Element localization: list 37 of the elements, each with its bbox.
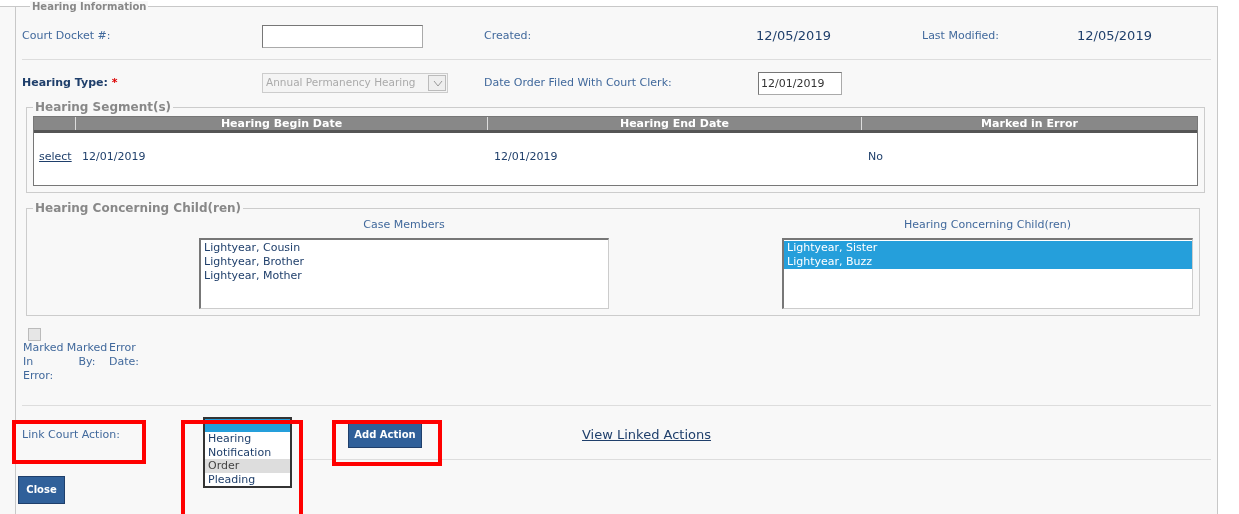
section-legend: Hearing Concerning Child(ren)	[33, 199, 244, 217]
section-legend: Hearing Segment(s)	[33, 98, 174, 116]
list-item[interactable]: Hearing	[205, 432, 290, 446]
list-item[interactable]: Lightyear, Brother	[201, 254, 608, 269]
field-label: Court Docket #:	[22, 27, 112, 44]
list-item[interactable]: Lightyear, Mother	[201, 268, 608, 283]
field-label: Created:	[484, 27, 533, 44]
column-header: Marked in Error	[980, 117, 1079, 130]
field-value: 12/05/2019	[756, 27, 832, 46]
case-members-list[interactable]: Lightyear, Cousin Lightyear, Brother Lightyear, Mother	[199, 237, 609, 309]
field-label: Marked In Error:	[23, 340, 65, 383]
list-item[interactable]: Lightyear, Cousin	[201, 240, 608, 255]
list-label: Case Members	[363, 217, 445, 233]
input-field[interactable]	[262, 24, 423, 48]
column-header: Hearing Begin Date	[76, 117, 488, 130]
list-item[interactable]: Pleading	[205, 472, 290, 486]
field-label: Marked By:	[65, 340, 109, 370]
field-label: Error Date:	[109, 340, 140, 370]
table-cell: 12/01/2019	[82, 149, 146, 163]
column-header: Hearing End Date	[488, 117, 862, 130]
list-item[interactable]: Notification	[205, 445, 290, 459]
action-list[interactable]: Hearing Notification Order Pleading	[203, 416, 292, 488]
field-value: 12/05/2019	[1077, 27, 1152, 46]
select-link[interactable]: select	[39, 149, 72, 163]
field-label: Link Court Action:	[22, 426, 121, 443]
list-label: Hearing Concerning Child(ren)	[903, 217, 1072, 233]
list-item[interactable]: Order	[205, 459, 290, 473]
view-linked-actions-link[interactable]: View Linked Actions	[582, 424, 711, 444]
close-button[interactable]: Close	[18, 475, 65, 504]
table-cell: No	[868, 149, 883, 163]
date-field[interactable]: 12/01/2019	[758, 71, 842, 95]
field-label: Hearing Type: *	[22, 74, 119, 91]
table-cell: 12/01/2019	[494, 149, 558, 163]
section-title: Hearing Information	[30, 1, 149, 13]
select-value: Annual Permanency Hearing	[265, 75, 417, 91]
field-label: Date Order Filed With Court Clerk:	[484, 74, 673, 91]
field-label: Last Modified:	[922, 27, 1001, 44]
